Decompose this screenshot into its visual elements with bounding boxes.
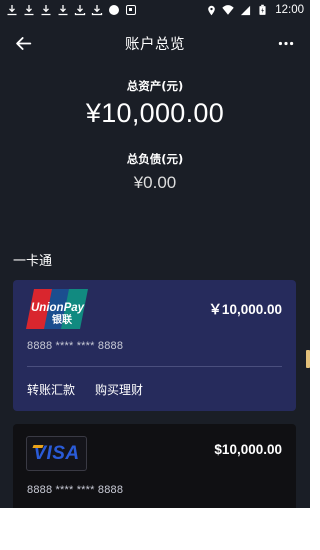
total-debt-value: ¥0.00 — [133, 173, 177, 192]
download-icon — [23, 4, 35, 16]
unionpay-card[interactable]: UnionPay 银联 ￥10,000.00 8888 **** **** 88… — [13, 280, 296, 411]
visa-logo: VISA — [26, 436, 87, 471]
unionpay-logo: UnionPay 银联 — [26, 289, 88, 329]
card-divider — [27, 366, 282, 367]
card-actions: 转账汇款 购买理财 — [27, 381, 143, 398]
unionpay-logo-text: UnionPay — [31, 302, 85, 314]
account-summary: 总资产(元) ¥10,000.00 总负债(元) ¥0.00 — [0, 78, 310, 193]
section-title: 一卡通 — [13, 254, 53, 269]
app-screen: 12:00 账户总览 总资产(元) ¥10,000.00 总负债(元) ¥0.0… — [0, 0, 310, 508]
signal-icon — [239, 4, 251, 16]
card-balance: $10,000.00 — [214, 442, 282, 457]
dot-icon — [108, 4, 120, 16]
download-icon — [6, 4, 18, 16]
total-assets-value: ¥10,000.00 — [85, 98, 225, 128]
download-icon — [57, 4, 69, 16]
transfer-button[interactable]: 转账汇款 — [27, 381, 75, 398]
download-icon — [40, 4, 52, 16]
buy-wealth-product-button[interactable]: 购买理财 — [95, 381, 143, 398]
card-number: 8888 **** **** 8888 — [27, 484, 124, 496]
card-number: 8888 **** **** 8888 — [27, 340, 124, 352]
floating-side-tab[interactable] — [306, 350, 310, 368]
battery-icon — [256, 4, 268, 16]
total-assets-label: 总资产(元) — [126, 79, 184, 93]
wifi-icon — [222, 4, 234, 16]
download-icon — [74, 4, 86, 16]
visa-card[interactable]: VISA $10,000.00 8888 **** **** 8888 — [13, 424, 296, 508]
location-icon — [205, 4, 217, 16]
more-icon[interactable] — [274, 32, 298, 54]
visa-stripe — [32, 445, 44, 448]
total-debt-label: 总负债(元) — [126, 152, 184, 166]
status-time: 12:00 — [275, 4, 304, 16]
status-system: 12:00 — [205, 4, 304, 16]
back-arrow-icon[interactable] — [12, 32, 34, 54]
app-icon — [125, 4, 137, 16]
app-bar: 账户总览 — [0, 28, 310, 58]
download-icon — [91, 4, 103, 16]
status-bar: 12:00 — [0, 0, 310, 20]
page-title: 账户总览 — [125, 36, 185, 53]
status-notifications — [6, 4, 137, 16]
card-balance: ￥10,000.00 — [208, 302, 282, 317]
unionpay-logo-text-cn: 银联 — [52, 313, 72, 326]
